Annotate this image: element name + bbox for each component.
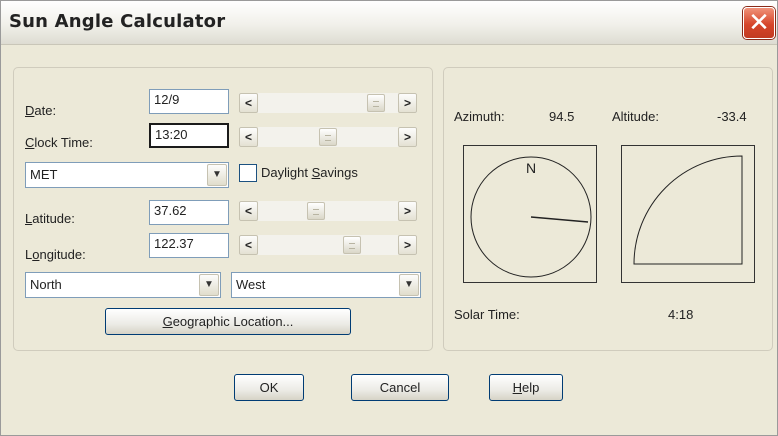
altitude-arc-icon — [633, 155, 743, 265]
close-button[interactable]: ✕ — [743, 7, 775, 39]
close-icon: ✕ — [748, 8, 770, 38]
ok-button[interactable]: OK — [234, 374, 304, 401]
timezone-value: MET — [30, 167, 58, 182]
clock-time-field[interactable]: 13:20 — [149, 123, 229, 148]
date-label: Date: — [25, 103, 57, 118]
scroll-right-icon[interactable]: > — [398, 235, 417, 255]
date-scrollbar[interactable]: < > — [239, 93, 417, 113]
title-bar: Sun Angle Calculator ✕ — [1, 1, 777, 45]
east-west-value: West — [236, 277, 266, 292]
scroll-right-icon[interactable]: > — [398, 127, 417, 147]
daylight-savings-checkbox[interactable] — [239, 164, 257, 182]
longitude-field[interactable]: 122.37 — [149, 233, 229, 258]
clock-time-label: Clock Time: — [25, 135, 93, 150]
azimuth-needle — [530, 216, 589, 223]
scroll-right-icon[interactable]: > — [398, 201, 417, 221]
chevron-down-icon[interactable]: ▼ — [207, 164, 227, 186]
azimuth-label: Azimuth: — [454, 109, 505, 124]
altitude-label: Altitude: — [612, 109, 659, 124]
altitude-gauge — [621, 145, 755, 283]
longitude-scrollbar[interactable]: < > — [239, 235, 417, 255]
azimuth-compass: N — [463, 145, 597, 283]
chevron-down-icon[interactable]: ▼ — [399, 274, 419, 296]
north-south-value: North — [30, 277, 62, 292]
help-button[interactable]: Help — [489, 374, 563, 401]
cancel-button[interactable]: Cancel — [351, 374, 449, 401]
scroll-left-icon[interactable]: < — [239, 93, 258, 113]
latitude-field[interactable]: 37.62 — [149, 200, 229, 225]
altitude-value: -33.4 — [717, 109, 747, 124]
north-south-select[interactable]: North ▼ — [25, 272, 221, 298]
longitude-label: Longitude: — [25, 247, 86, 262]
latitude-scroll-thumb[interactable] — [307, 202, 325, 220]
scroll-left-icon[interactable]: < — [239, 201, 258, 221]
chevron-down-icon[interactable]: ▼ — [199, 274, 219, 296]
scroll-left-icon[interactable]: < — [239, 235, 258, 255]
azimuth-value: 94.5 — [549, 109, 575, 124]
latitude-label: Latitude: — [25, 211, 75, 226]
latitude-scrollbar[interactable]: < > — [239, 201, 417, 221]
sun-angle-calculator-window: Sun Angle Calculator ✕ Date: 12/9 < > Cl… — [0, 0, 778, 436]
timezone-select[interactable]: MET ▼ — [25, 162, 229, 188]
east-west-select[interactable]: West ▼ — [231, 272, 421, 298]
scroll-left-icon[interactable]: < — [239, 127, 258, 147]
clock-time-scroll-thumb[interactable] — [319, 128, 337, 146]
clock-time-scrollbar[interactable]: < > — [239, 127, 417, 147]
scroll-right-icon[interactable]: > — [398, 93, 417, 113]
longitude-scroll-thumb[interactable] — [343, 236, 361, 254]
date-field[interactable]: 12/9 — [149, 89, 229, 114]
date-scroll-thumb[interactable] — [367, 94, 385, 112]
window-title: Sun Angle Calculator — [9, 11, 226, 32]
solar-time-value: 4:18 — [668, 307, 694, 322]
compass-north-label: N — [526, 160, 537, 176]
daylight-savings-label: Daylight Savings — [261, 165, 358, 180]
geographic-location-button[interactable]: Geographic Location... — [105, 308, 351, 335]
solar-time-label: Solar Time: — [454, 307, 520, 322]
